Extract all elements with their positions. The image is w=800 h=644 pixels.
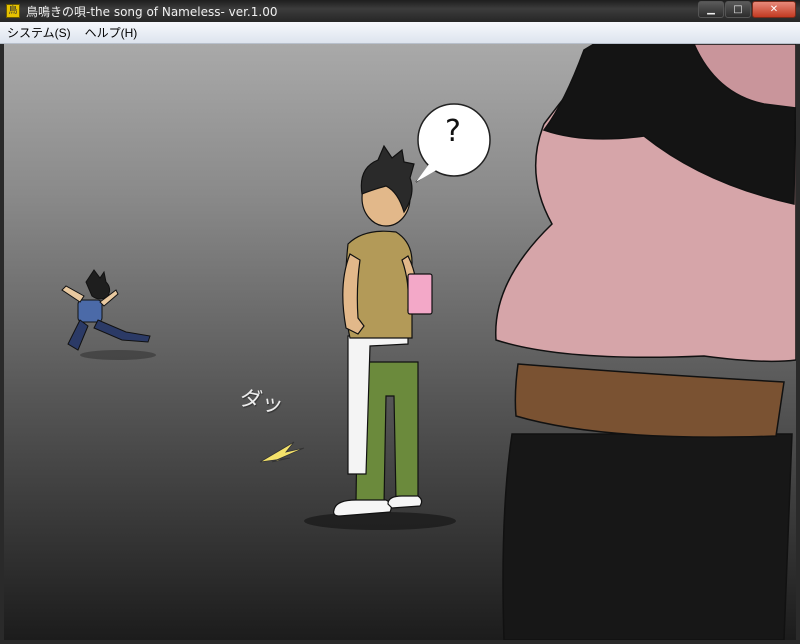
maximize-button[interactable]: □ xyxy=(725,1,751,18)
menu-system[interactable]: システム(S) xyxy=(0,23,78,43)
large-foreground-figure xyxy=(495,44,796,640)
center-boy xyxy=(333,144,433,517)
menu-bar: システム(S) ヘルプ(H) xyxy=(0,22,800,44)
scene-illustration xyxy=(61,44,796,640)
menu-help[interactable]: ヘルプ(H) xyxy=(78,23,145,43)
speech-question-mark: ? xyxy=(445,114,461,149)
close-button[interactable]: ✕ xyxy=(752,1,796,18)
runner-shadow xyxy=(80,350,156,360)
running-boy xyxy=(61,269,151,351)
center-boy-shadow xyxy=(304,512,456,530)
minimize-icon: ▁ xyxy=(707,4,715,15)
close-icon: ✕ xyxy=(769,4,779,15)
title-bar[interactable]: 鳥 鳥鳴きの唄-the song of Nameless- ver.1.00 ▁… xyxy=(0,0,800,22)
minimize-button[interactable]: ▁ xyxy=(698,1,724,18)
window-title: 鳥鳴きの唄-the song of Nameless- ver.1.00 xyxy=(26,4,278,19)
app-icon[interactable]: 鳥 xyxy=(6,4,20,18)
dash-effect xyxy=(259,441,305,463)
maximize-icon: □ xyxy=(733,4,743,15)
game-window: 鳥 鳥鳴きの唄-the song of Nameless- ver.1.00 ▁… xyxy=(0,0,800,644)
window-controls: ▁ □ ✕ xyxy=(697,1,796,18)
game-canvas[interactable]: ? ダッ xyxy=(4,44,796,640)
